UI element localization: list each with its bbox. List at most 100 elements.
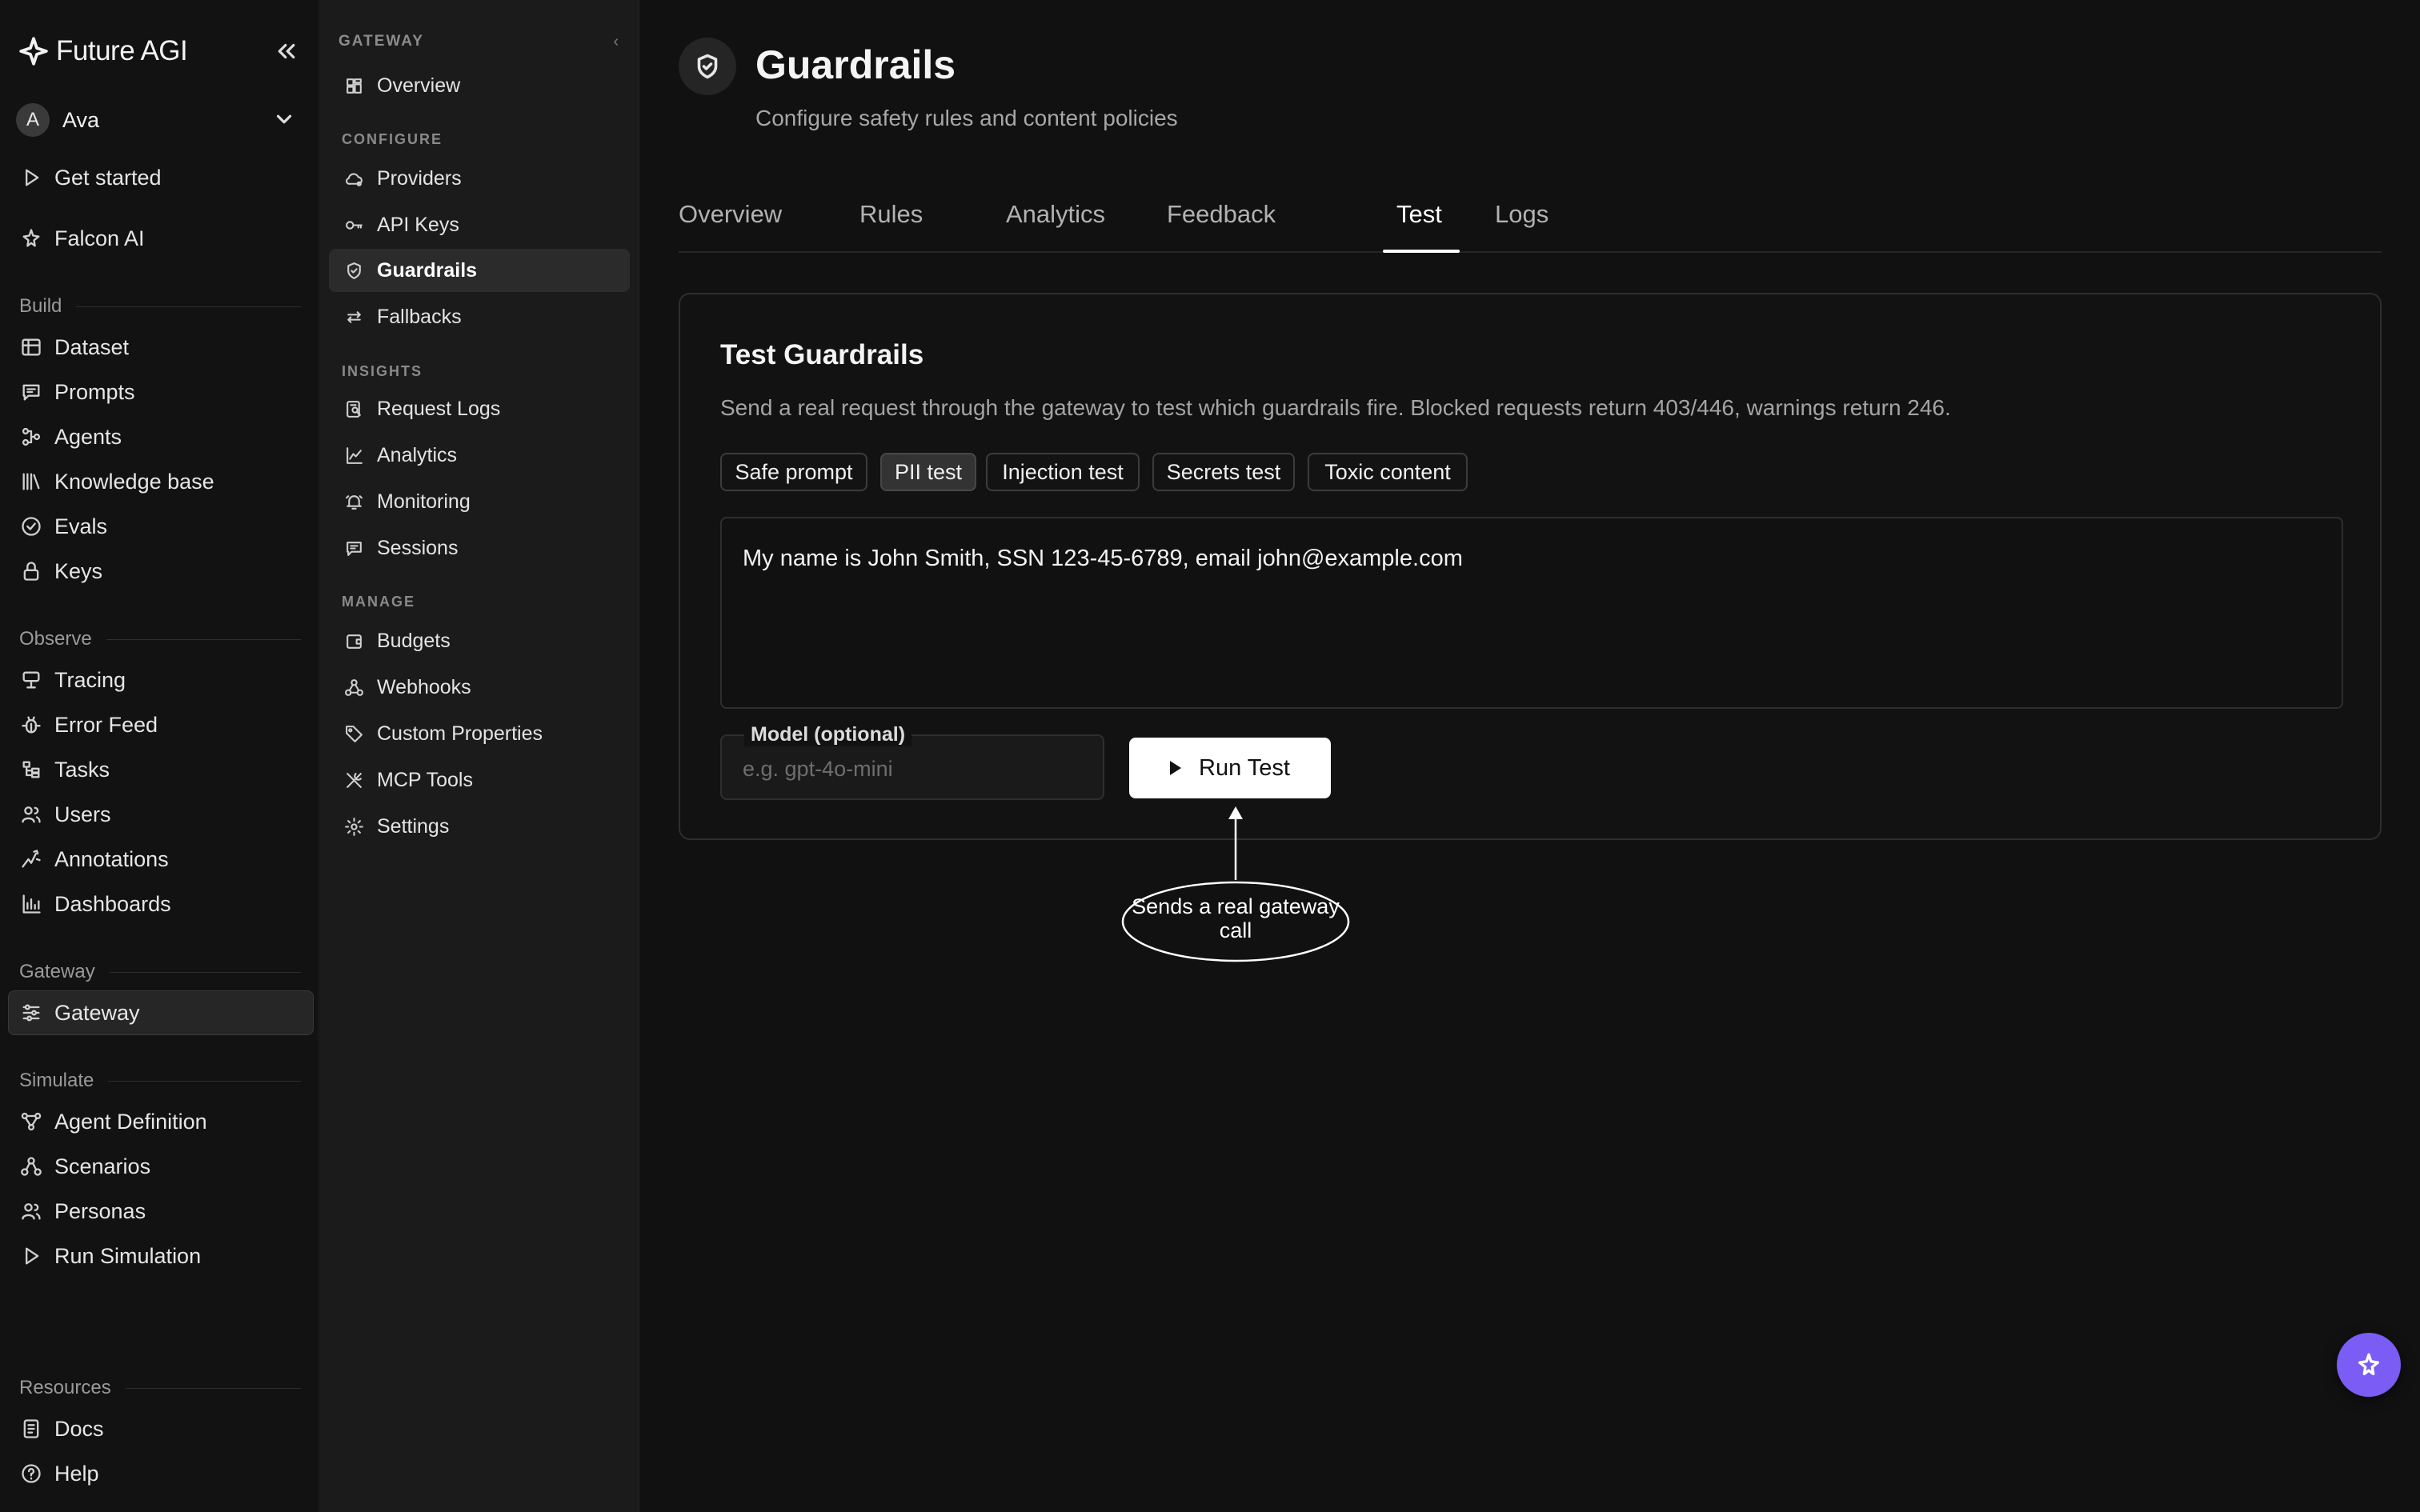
collapse-chevron-icon[interactable]: ‹ xyxy=(613,33,620,51)
nav-help[interactable]: Help xyxy=(19,1456,299,1491)
nav-label: Falcon AI xyxy=(54,226,145,250)
gw-nav-request-logs[interactable]: Request Logs xyxy=(329,387,630,430)
callout-annotation xyxy=(1121,806,1350,962)
nav-label: Prompts xyxy=(54,379,135,404)
nav-keys[interactable]: Keys xyxy=(19,554,299,589)
gw-nav-label: Providers xyxy=(377,166,462,190)
nav-scenarios[interactable]: Scenarios xyxy=(19,1149,299,1184)
preset-safe-prompt[interactable]: Safe prompt xyxy=(720,453,867,491)
gw-nav-mcp-tools[interactable]: MCP Tools xyxy=(329,758,630,802)
preset-injection-test[interactable]: Injection test xyxy=(986,453,1140,491)
primary-sidebar: Future AGI A Ava Get started Falcon AI B… xyxy=(0,0,319,1512)
gw-nav-sessions[interactable]: Sessions xyxy=(329,526,630,570)
tab-rules[interactable]: Rules xyxy=(859,200,923,251)
app-logo[interactable]: Future AGI xyxy=(18,34,302,69)
collapse-sidebar-icon[interactable] xyxy=(270,35,302,67)
nav-label: Get started xyxy=(54,165,162,190)
section-simulate: Simulate xyxy=(19,1069,301,1093)
users-icon xyxy=(19,802,43,826)
library-icon xyxy=(19,470,43,494)
gw-nav-analytics[interactable]: Analytics xyxy=(329,434,630,477)
main-content: Guardrails Configure safety rules and co… xyxy=(640,0,2420,1512)
model-input[interactable] xyxy=(743,757,1079,782)
gw-nav-overview[interactable]: Overview xyxy=(329,64,630,107)
future-agi-logo-icon xyxy=(18,35,50,67)
active-tab-indicator xyxy=(1383,250,1460,253)
nav-tracing[interactable]: Tracing xyxy=(19,662,299,698)
gw-nav-label: Budgets xyxy=(377,629,451,652)
run-test-label: Run Test xyxy=(1199,754,1290,781)
preset-pii-test[interactable]: PII test xyxy=(880,453,976,491)
tab-test[interactable]: Test xyxy=(1396,200,1442,251)
gw-nav-settings[interactable]: Settings xyxy=(329,805,630,848)
nav-prompts[interactable]: Prompts xyxy=(19,374,299,410)
nav-label: Users xyxy=(54,802,111,826)
tab-overview[interactable]: Overview xyxy=(679,200,782,251)
gw-nav-label: Monitoring xyxy=(377,490,471,513)
play-icon xyxy=(19,1244,43,1268)
gw-nav-fallbacks[interactable]: Fallbacks xyxy=(329,295,630,338)
user-switcher[interactable]: A Ava xyxy=(16,102,302,138)
section-observe: Observe xyxy=(19,627,301,651)
gw-group-insights: INSIGHTS xyxy=(342,363,423,379)
nav-label: Error Feed xyxy=(54,712,158,737)
gw-nav-api-keys[interactable]: API Keys xyxy=(329,203,630,246)
nav-label: Docs xyxy=(54,1416,104,1441)
gateway-sidebar: GATEWAY ‹ Overview CONFIGURE Providers A… xyxy=(319,0,639,1512)
gw-nav-label: Fallbacks xyxy=(377,305,462,328)
prompt-textarea[interactable]: My name is John Smith, SSN 123-45-6789, … xyxy=(720,517,2343,709)
preset-secrets-test[interactable]: Secrets test xyxy=(1152,453,1295,491)
card-title: Test Guardrails xyxy=(720,339,924,370)
nav-agent-definition[interactable]: Agent Definition xyxy=(19,1104,299,1139)
gw-nav-label: Sessions xyxy=(377,536,459,559)
nav-evals[interactable]: Evals xyxy=(19,509,299,544)
assistant-fab[interactable] xyxy=(2337,1333,2401,1397)
nav-error-feed[interactable]: Error Feed xyxy=(19,707,299,742)
nav-label: Agent Definition xyxy=(54,1109,207,1134)
nav-knowledge-base[interactable]: Knowledge base xyxy=(19,464,299,499)
docs-icon xyxy=(19,1417,43,1441)
tab-feedback[interactable]: Feedback xyxy=(1167,200,1276,251)
annotation-icon xyxy=(19,847,43,871)
table-icon xyxy=(19,335,43,359)
nav-docs[interactable]: Docs xyxy=(19,1411,299,1446)
gw-nav-label: Custom Properties xyxy=(377,722,543,745)
card-description: Send a real request through the gateway … xyxy=(720,395,1951,420)
gear-icon xyxy=(343,816,364,837)
play-icon xyxy=(19,166,43,190)
nav-agents[interactable]: Agents xyxy=(19,419,299,454)
grid-icon xyxy=(343,75,364,96)
gw-nav-monitoring[interactable]: Monitoring xyxy=(329,480,630,523)
cloud-icon xyxy=(343,168,364,189)
nav-personas[interactable]: Personas xyxy=(19,1194,299,1229)
nav-dashboards[interactable]: Dashboards xyxy=(19,886,299,922)
gateway-icon xyxy=(19,1001,43,1025)
tab-analytics[interactable]: Analytics xyxy=(1006,200,1105,251)
run-test-button[interactable]: Run Test xyxy=(1129,738,1331,798)
nav-users[interactable]: Users xyxy=(19,797,299,832)
nav-label: Personas xyxy=(54,1198,146,1223)
model-field: Model (optional) xyxy=(720,723,1104,800)
gw-nav-label: Analytics xyxy=(377,443,458,466)
preset-toxic-content[interactable]: Toxic content xyxy=(1308,453,1468,491)
nav-annotations[interactable]: Annotations xyxy=(19,842,299,877)
nav-label: Keys xyxy=(54,558,103,583)
nav-label: Evals xyxy=(54,514,108,538)
gw-nav-budgets[interactable]: Budgets xyxy=(329,619,630,662)
gw-nav-label: Guardrails xyxy=(377,258,478,282)
gw-nav-webhooks[interactable]: Webhooks xyxy=(329,666,630,709)
message-icon xyxy=(343,538,364,558)
nav-run-simulation[interactable]: Run Simulation xyxy=(19,1238,299,1274)
nav-gateway[interactable]: Gateway xyxy=(19,995,299,1030)
nav-dataset[interactable]: Dataset xyxy=(19,330,299,365)
nav-tasks[interactable]: Tasks xyxy=(19,752,299,787)
tab-logs[interactable]: Logs xyxy=(1495,200,1549,251)
gw-nav-custom-properties[interactable]: Custom Properties xyxy=(329,712,630,755)
gw-nav-guardrails[interactable]: Guardrails xyxy=(329,249,630,292)
nav-label: Dashboards xyxy=(54,891,171,916)
nav-get-started[interactable]: Get started xyxy=(19,160,299,195)
nav-label: Scenarios xyxy=(54,1154,151,1178)
page-title: Guardrails xyxy=(755,42,956,87)
nav-falcon-ai[interactable]: Falcon AI xyxy=(19,221,299,256)
gw-nav-providers[interactable]: Providers xyxy=(329,157,630,200)
